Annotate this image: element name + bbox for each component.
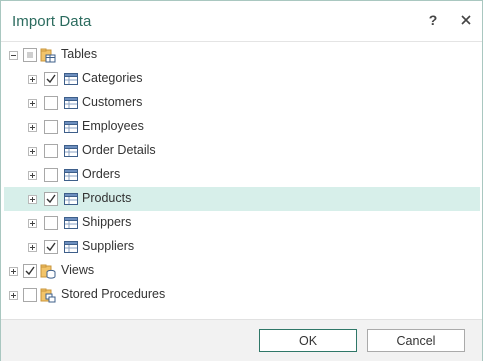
tree-node-label: Tables <box>61 47 98 61</box>
checkmark-icon <box>46 194 56 204</box>
table-icon <box>64 97 78 109</box>
expand-toggle[interactable] <box>28 123 37 132</box>
expand-toggle[interactable] <box>28 195 37 204</box>
expand-toggle[interactable] <box>28 243 37 252</box>
tree-node-views[interactable]: Views <box>4 259 480 283</box>
table-icon <box>64 193 78 205</box>
table-icon <box>64 241 78 253</box>
table-icon <box>64 145 78 157</box>
checkmark-icon <box>46 242 56 252</box>
table-label: Suppliers <box>82 239 135 253</box>
checkmark-icon <box>46 74 56 84</box>
products-checkbox[interactable] <box>44 192 58 206</box>
employees-checkbox[interactable] <box>44 120 58 134</box>
table-label: Products <box>82 191 132 205</box>
tree-node-stored-procedures[interactable]: Stored Procedures <box>4 283 480 307</box>
table-row-employees[interactable]: Employees <box>4 115 480 139</box>
database-folder-icon <box>40 48 56 63</box>
table-row-orders[interactable]: Orders <box>4 163 480 187</box>
suppliers-checkbox[interactable] <box>44 240 58 254</box>
table-icon <box>64 217 78 229</box>
table-row-suppliers[interactable]: Suppliers <box>4 235 480 259</box>
table-row-customers[interactable]: Customers <box>4 91 480 115</box>
data-source-tree: Tables Categories Customers Employees Or… <box>1 43 482 318</box>
tree-node-tables[interactable]: Tables <box>4 43 480 67</box>
table-icon <box>64 121 78 133</box>
order-details-checkbox[interactable] <box>44 144 58 158</box>
expand-toggle[interactable] <box>28 219 37 228</box>
views-checkbox[interactable] <box>23 264 37 278</box>
table-icon <box>64 169 78 181</box>
shippers-checkbox[interactable] <box>44 216 58 230</box>
table-label: Shippers <box>82 215 132 229</box>
close-icon <box>461 15 471 25</box>
table-label: Employees <box>82 119 144 133</box>
tables-checkbox[interactable] <box>23 48 37 62</box>
categories-checkbox[interactable] <box>44 72 58 86</box>
import-data-dialog: Import Data ? Tables Categories Customer… <box>0 0 483 361</box>
database-folder-icon <box>40 264 56 279</box>
table-row-products[interactable]: Products <box>4 187 480 211</box>
table-label: Customers <box>82 95 143 109</box>
stored-procedure-icon <box>40 288 56 303</box>
stored-procedures-checkbox[interactable] <box>23 288 37 302</box>
collapse-toggle[interactable] <box>9 51 18 60</box>
expand-toggle[interactable] <box>28 171 37 180</box>
table-label: Categories <box>82 71 143 85</box>
dialog-footer: OK Cancel <box>1 319 482 361</box>
customers-checkbox[interactable] <box>44 96 58 110</box>
checkmark-icon <box>25 266 35 276</box>
expand-toggle[interactable] <box>28 147 37 156</box>
title-bar: Import Data ? <box>1 1 482 42</box>
table-label: Orders <box>82 167 121 181</box>
table-row-order-details[interactable]: Order Details <box>4 139 480 163</box>
help-button[interactable]: ? <box>426 12 440 30</box>
ok-button[interactable]: OK <box>259 329 357 352</box>
table-row-categories[interactable]: Categories <box>4 67 480 91</box>
tree-node-label: Stored Procedures <box>61 287 166 301</box>
tree-node-label: Views <box>61 263 95 277</box>
expand-toggle[interactable] <box>9 291 18 300</box>
table-icon <box>64 73 78 85</box>
close-button[interactable] <box>456 10 476 30</box>
table-row-shippers[interactable]: Shippers <box>4 211 480 235</box>
dialog-title: Import Data <box>12 13 92 30</box>
table-label: Order Details <box>82 143 156 157</box>
cancel-button[interactable]: Cancel <box>367 329 465 352</box>
expand-toggle[interactable] <box>28 75 37 84</box>
expand-toggle[interactable] <box>9 267 18 276</box>
orders-checkbox[interactable] <box>44 168 58 182</box>
expand-toggle[interactable] <box>28 99 37 108</box>
